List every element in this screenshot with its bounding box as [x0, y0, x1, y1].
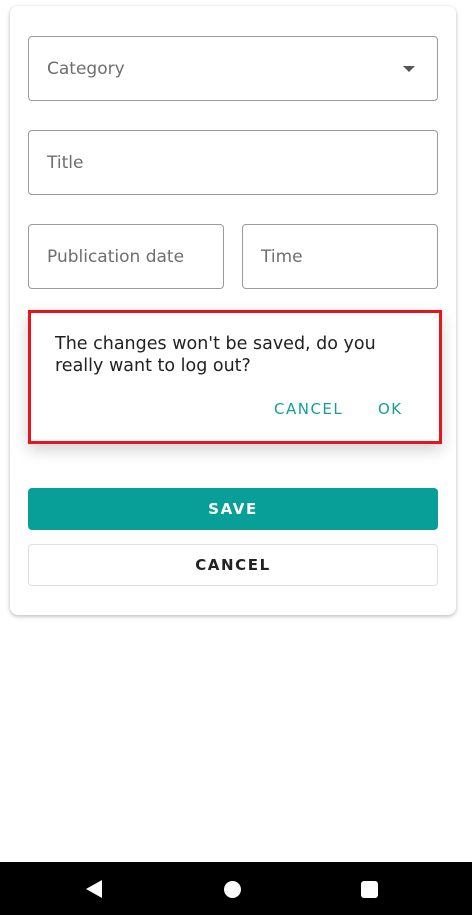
category-dropdown[interactable]: Category — [28, 36, 438, 101]
title-field[interactable]: Title — [28, 130, 438, 195]
time-placeholder: Time — [261, 246, 303, 267]
home-icon[interactable] — [224, 881, 241, 898]
category-placeholder: Category — [47, 58, 125, 79]
recent-apps-icon[interactable] — [361, 881, 378, 898]
publication-date-field[interactable]: Publication date — [28, 224, 224, 289]
dialog-ok-button[interactable]: OK — [378, 400, 403, 418]
time-field[interactable]: Time — [242, 224, 438, 289]
save-button[interactable]: SAVE — [28, 488, 438, 530]
title-placeholder: Title — [47, 152, 84, 173]
logout-confirmation-dialog: The changes won't be saved, do you reall… — [28, 310, 442, 444]
publication-date-placeholder: Publication date — [47, 246, 185, 267]
dialog-cancel-button[interactable]: CANCEL — [274, 400, 343, 418]
back-icon[interactable] — [86, 880, 102, 898]
system-navigation-bar — [0, 862, 472, 915]
chevron-down-icon — [403, 66, 415, 72]
cancel-button[interactable]: CANCEL — [28, 544, 438, 586]
dialog-message: The changes won't be saved, do you reall… — [55, 334, 376, 376]
